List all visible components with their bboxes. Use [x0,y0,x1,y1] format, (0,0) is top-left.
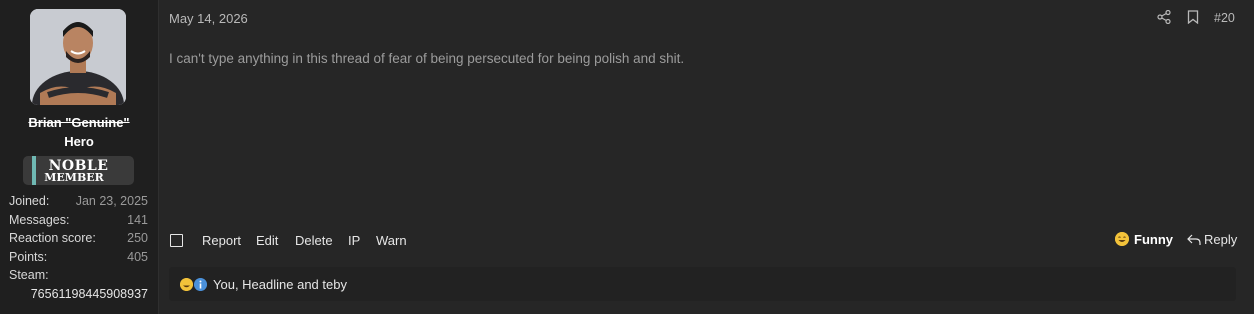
stat-value[interactable]: 405 [127,250,148,264]
stat-label: Messages: [9,212,70,227]
funny-emoji-icon[interactable] [1115,232,1129,246]
funny-reaction-button[interactable]: Funny [1134,232,1173,247]
stat-messages: Messages: 141 [9,213,148,232]
share-icon[interactable] [1157,10,1171,24]
reactions-bar[interactable]: You, Headline and teby [169,267,1236,301]
stat-steam: Steam: [9,268,148,287]
warn-link[interactable]: Warn [376,233,407,248]
stat-label: Joined: [9,194,50,208]
username[interactable]: Brian "Genuine" Hero [0,113,158,151]
user-sidebar: Brian "Genuine" Hero NOBLE MEMBER Joined… [0,0,159,314]
steam-id-link[interactable]: 76561198445908937 [31,287,148,301]
reply-icon[interactable] [1187,233,1201,246]
stat-label: Steam: [9,268,49,282]
reply-button[interactable]: Reply [1204,232,1237,247]
stat-label: Reaction score: [9,231,96,245]
stat-value: Jan 23, 2025 [75,194,148,208]
report-link[interactable]: Report [202,233,241,248]
bookmark-icon[interactable] [1187,10,1199,24]
delete-link[interactable]: Delete [295,233,333,248]
funny-reaction-icon [180,278,193,291]
post-date[interactable]: May 14, 2026 [169,11,248,26]
stat-joined: Joined: Jan 23, 2025 [9,194,148,213]
user-stats: Joined: Jan 23, 2025 Messages: 141 React… [9,194,148,305]
post-number[interactable]: #20 [1214,11,1235,25]
stat-reaction-score: Reaction score: 250 [9,231,148,250]
username-line1[interactable]: Brian "Genuine" [0,113,158,132]
stat-points: Points: 405 [9,250,148,269]
stat-steam-value-row: 76561198445908937 [9,287,148,306]
stat-label: Points: [9,249,48,264]
username-line2[interactable]: Hero [0,132,158,151]
reactions-list[interactable]: You, Headline and teby [213,277,347,292]
rank-subtitle: MEMBER [44,171,104,184]
avatar[interactable] [30,9,126,105]
stat-value: 250 [127,231,148,245]
select-checkbox[interactable] [170,234,183,247]
post-message: I can't type anything in this thread of … [169,51,685,66]
ip-link[interactable]: IP [348,233,360,248]
stat-value[interactable]: 141 [127,213,148,227]
info-reaction-icon [194,278,207,291]
rank-badge: NOBLE MEMBER [23,156,134,185]
edit-link[interactable]: Edit [256,233,278,248]
